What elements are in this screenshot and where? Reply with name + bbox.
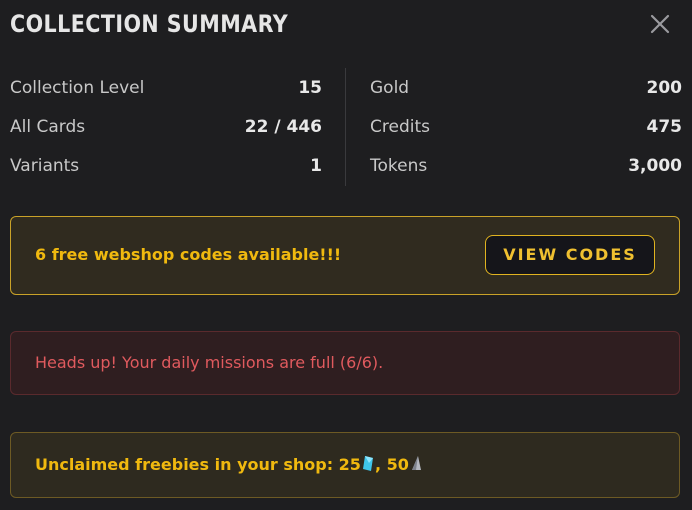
freebies-prefix: Unclaimed freebies in your shop:: [35, 455, 339, 474]
stat-label: All Cards: [10, 117, 86, 137]
freebies-alert: Unclaimed freebies in your shop: 25, 50: [10, 432, 680, 498]
stats-grid: Collection Level 15 All Cards 22 / 446 V…: [10, 68, 682, 186]
freebies-message: Unclaimed freebies in your shop: 25, 50: [35, 455, 423, 476]
stat-value: 475: [646, 117, 683, 137]
stat-label: Tokens: [370, 156, 428, 176]
view-codes-button[interactable]: VIEW CODES: [485, 235, 655, 275]
page-title: COLLECTION SUMMARY: [10, 10, 289, 38]
stat-value: 200: [646, 78, 683, 98]
stat-label: Gold: [370, 78, 410, 98]
close-icon: [650, 14, 670, 34]
column-divider: [345, 68, 346, 186]
stat-label: Variants: [10, 156, 80, 176]
collection-summary-panel: COLLECTION SUMMARY Collection Level 15 A…: [0, 0, 692, 510]
stat-credits: Credits 475: [370, 116, 682, 138]
stat-value: 15: [298, 78, 322, 98]
stat-value: 1: [310, 156, 322, 176]
webshop-codes-message: 6 free webshop codes available!!!: [35, 245, 342, 264]
stat-variants: Variants 1: [10, 155, 322, 177]
shard-icon: [410, 455, 422, 476]
stat-value: 3,000: [628, 156, 682, 176]
stat-label: Collection Level: [10, 78, 145, 98]
missions-full-message: Heads up! Your daily missions are full (…: [35, 353, 384, 372]
stat-value: 22 / 446: [244, 117, 322, 137]
stats-right-column: Gold 200 Credits 475 Tokens 3,000: [370, 68, 682, 186]
gem-icon: [362, 455, 374, 476]
stat-tokens: Tokens 3,000: [370, 155, 682, 177]
stat-gold: Gold 200: [370, 77, 682, 99]
gem-amount: 25: [338, 455, 361, 474]
stats-left-column: Collection Level 15 All Cards 22 / 446 V…: [10, 68, 322, 186]
shard-amount: 50: [386, 455, 409, 474]
missions-full-alert: Heads up! Your daily missions are full (…: [10, 331, 680, 395]
close-button[interactable]: [646, 10, 674, 38]
webshop-codes-alert: 6 free webshop codes available!!! VIEW C…: [10, 216, 680, 295]
freebies-separator: ,: [374, 455, 387, 474]
stat-label: Credits: [370, 117, 430, 137]
stat-all-cards: All Cards 22 / 446: [10, 116, 322, 138]
stat-collection-level: Collection Level 15: [10, 77, 322, 99]
